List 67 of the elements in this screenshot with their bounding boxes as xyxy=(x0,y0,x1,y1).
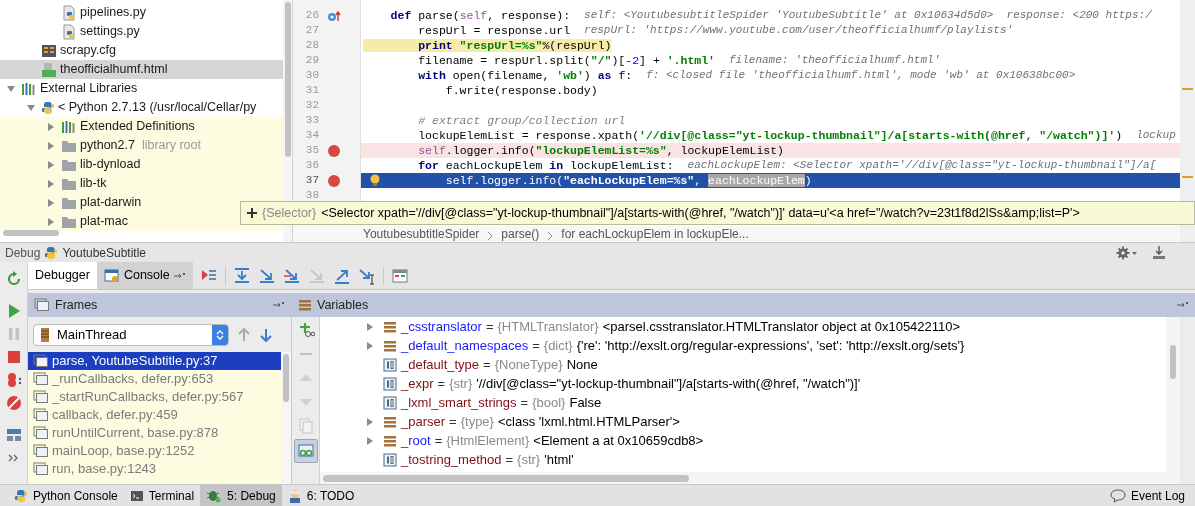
variable-type: {dict} xyxy=(543,336,573,355)
line-number: 37 xyxy=(304,173,319,188)
variable-type: {HTMLTranslator} xyxy=(497,317,599,336)
variable-value: <parsel.csstranslator.HTMLTranslator object at 0x105422110> xyxy=(602,317,961,336)
code-line: with open(filename, 'wb') as f: xyxy=(417,68,633,83)
inline-value-hint: self: <YoutubesubtitleSpider 'YoutubeSubtitle' at 0x10634d5d0> response: <200 https:/ xyxy=(584,8,1152,24)
variable-value: {'re': 'http://exslt.org/regular-expressions', 'set': 'http://exslt.org/sets'} xyxy=(576,336,965,355)
variable-value: None xyxy=(566,355,598,374)
variable-type: {str} xyxy=(517,450,541,469)
inline-value-hint: lockup xyxy=(1136,128,1176,144)
variable-type: {HtmlElement} xyxy=(446,431,530,450)
code-line: self.logger.info("eachLockupElem=%s", eachLockupElem) xyxy=(444,173,812,188)
code-line: def parse(self, response): xyxy=(389,8,571,23)
code-line: for eachLockupElem in lockupElemList: xyxy=(417,158,674,173)
equals-sign: = xyxy=(483,355,491,374)
inline-value-hint: f: <closed file 'theofficialhumf.html', mode 'wb' at 0x10638bc00> xyxy=(646,68,1076,84)
equals-sign: = xyxy=(520,393,529,412)
variable-value: '//div[@class="yt-lockup-thumbnail"]/a[starts-with(@href, "/watch")]' xyxy=(476,374,861,393)
variable-name: _root xyxy=(401,431,431,450)
variable-value: <Element a at 0x10659cdb8> xyxy=(533,431,704,450)
variable-name: _default_namespaces xyxy=(401,336,529,355)
variable-value: 'html' xyxy=(544,450,574,469)
variable-value: <class 'lxml.html.HTMLParser'> xyxy=(497,412,680,431)
variable-name: _parser xyxy=(401,412,446,431)
code-line: lockupElemList = response.xpath('//div[@class="yt-lockup-thumbnail"]/a[starts-with(@href, "/watch")]') xyxy=(417,128,1123,143)
code-line: filename = respUrl.split("/")[-2] + '.html' xyxy=(417,53,715,68)
inline-value-hint: filename: 'theofficialhumf.html' xyxy=(729,53,941,69)
line-number: 34 xyxy=(304,128,319,143)
equals-sign: = xyxy=(505,450,514,469)
variable-type: {str} xyxy=(449,374,473,393)
variable-type: {type} xyxy=(460,412,494,431)
line-number: 33 xyxy=(304,113,319,128)
inline-value-hint: respUrl: 'https://www.youtube.com/user/theofficialhumf/playlists' xyxy=(584,23,1014,39)
equals-sign: = xyxy=(532,336,540,355)
line-number: 32 xyxy=(304,98,319,113)
tool-window-title: Debug xyxy=(5,244,41,262)
variable-name: _lxml_smart_strings xyxy=(401,393,517,412)
run-config-name: YoutubeSubtitle xyxy=(62,244,146,262)
variable-type: {bool} xyxy=(532,393,566,412)
equals-sign: = xyxy=(434,431,443,450)
equals-sign: = xyxy=(485,317,494,336)
code-line: f.write(response.body) xyxy=(444,83,598,98)
line-number: 38 xyxy=(304,188,319,203)
variable-name: _tostring_method xyxy=(401,450,502,469)
line-number: 30 xyxy=(304,68,319,83)
line-number: 28 xyxy=(304,38,319,53)
line-number: 31 xyxy=(304,83,319,98)
variable-name: _default_type xyxy=(401,355,480,374)
variable-type: {NoneType} xyxy=(494,355,563,374)
code-line: print "respUrl=%s"%(respUrl) xyxy=(363,38,612,53)
panel-title: Variables xyxy=(317,296,369,314)
line-number: 36 xyxy=(304,158,319,173)
line-number: 27 xyxy=(304,23,319,38)
line-number: 29 xyxy=(304,53,319,68)
equals-sign: = xyxy=(449,412,457,431)
code-line: # extract group/collection url xyxy=(417,113,626,128)
code-line: self.logger.info("lockupElemList=%s", lockupElemList) xyxy=(417,143,784,158)
variable-name: _csstranslator xyxy=(401,317,482,336)
variable-name: _expr xyxy=(401,374,434,393)
line-number: 26 xyxy=(304,8,319,23)
variable-value: False xyxy=(569,393,602,412)
inline-value-hint: eachLockupElem: <Selector xpath='//div[@class="yt-lockup-thumbnail"]/a[ xyxy=(687,158,1157,174)
code-line: respUrl = response.url xyxy=(417,23,571,38)
equals-sign: = xyxy=(437,374,446,393)
tooltip-value: <Selector xpath='//div[@class="yt-lockup-thumbnail"]/a[starts-with(@href, "/watch")]' data=u'<a href="/watch?v=23t1f8d2lSs&amp;list=P'> xyxy=(321,204,1080,222)
panel-title: Frames xyxy=(55,296,98,314)
line-number: 35 xyxy=(304,143,319,158)
